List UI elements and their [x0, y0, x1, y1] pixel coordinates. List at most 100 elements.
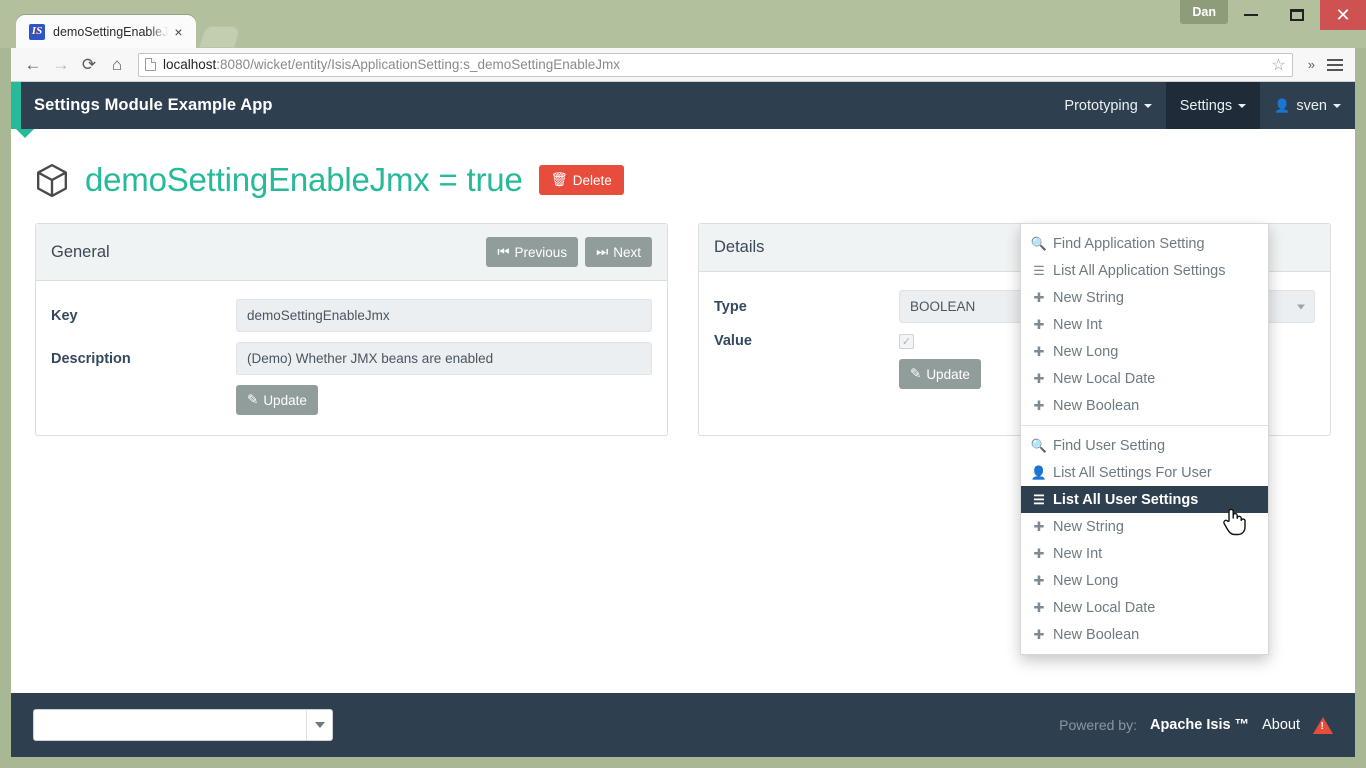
url-text: localhost:8080/wicket/entity/IsisApplica… [163, 57, 620, 72]
menu-item-new-string-user[interactable]: ✚ New String [1021, 513, 1268, 540]
page-title: demoSettingEnableJmx = true [85, 161, 523, 198]
menu-item-label: New Int [1053, 545, 1103, 562]
general-panel-header: General ⏮ Previous ⏭ Next [36, 224, 667, 281]
menu-item-list-all-user-settings[interactable]: ☰ List All User Settings [1021, 486, 1268, 513]
general-update-button[interactable]: ✎ Update [236, 385, 318, 415]
menu-item-find-application-setting[interactable]: 🔍 Find Application Setting [1021, 230, 1268, 257]
about-link[interactable]: About [1262, 717, 1300, 733]
value-label: Value [714, 333, 752, 349]
reload-icon[interactable]: ⟳ [75, 51, 103, 79]
menu-item-label: Find User Setting [1053, 437, 1166, 454]
plus-icon: ✚ [1033, 626, 1045, 642]
menu-item-new-boolean-app[interactable]: ✚ New Boolean [1021, 392, 1268, 419]
search-icon: 🔍 [1030, 235, 1048, 251]
warning-icon [1313, 716, 1333, 734]
close-window-button[interactable]: ✕ [1320, 0, 1366, 30]
bookmark-star-icon[interactable]: ☆ [1263, 55, 1285, 75]
footer-credits: Powered by: Apache Isis ™ About [1059, 716, 1333, 734]
nav-item-prototyping[interactable]: Prototyping [1050, 82, 1165, 129]
os-user-chip[interactable]: Dan [1180, 0, 1228, 24]
value-checkbox[interactable]: ✓ [899, 333, 914, 349]
menu-item-label: New Long [1053, 343, 1119, 360]
menu-item-new-int-user[interactable]: ✚ New Int [1021, 540, 1268, 567]
description-field[interactable]: (Demo) Whether JMX beans are enabled [236, 342, 652, 375]
menu-item-label: New Boolean [1053, 626, 1140, 643]
minimize-button[interactable] [1228, 0, 1274, 30]
nav-item-label: Prototyping [1064, 97, 1138, 114]
menu-divider [1021, 425, 1268, 426]
key-field[interactable]: demoSettingEnableJmx [236, 299, 652, 332]
page-info-icon [145, 58, 156, 71]
menu-item-label: List All Settings For User [1053, 464, 1212, 481]
app-brand[interactable]: Settings Module Example App [21, 82, 273, 129]
powered-by-label: Powered by: [1059, 717, 1137, 733]
field-row-description: Description (Demo) Whether JMX beans are… [51, 342, 652, 375]
tab-strip: IS demoSettingEnableJ × [16, 15, 242, 48]
next-icon: ⏭ [596, 244, 609, 259]
menu-item-new-string-app[interactable]: ✚ New String [1021, 284, 1268, 311]
menu-item-label: New String [1053, 289, 1124, 306]
field-row-key: Key demoSettingEnableJmx [51, 299, 652, 332]
tab-title: demoSettingEnableJ [53, 24, 169, 39]
chevron-down-icon [1333, 103, 1341, 108]
plus-icon: ✚ [1033, 370, 1045, 386]
chevron-down-icon [1143, 103, 1152, 108]
general-panel-title: General [51, 242, 110, 261]
plus-icon: ✚ [1033, 545, 1045, 561]
window-titlebar: IS demoSettingEnableJ × Dan ✕ [0, 0, 1366, 48]
menu-item-new-long-user[interactable]: ✚ New Long [1021, 567, 1268, 594]
dropdown-group-application: 🔍 Find Application Setting ☰ List All Ap… [1021, 230, 1268, 419]
chrome-menu-icon[interactable] [1327, 58, 1343, 71]
menu-item-new-boolean-user[interactable]: ✚ New Boolean [1021, 621, 1268, 648]
menu-item-label: List All User Settings [1053, 491, 1199, 508]
footer-select[interactable] [33, 709, 333, 741]
forward-icon[interactable]: → [47, 51, 75, 79]
browser-window: IS demoSettingEnableJ × Dan ✕ ← → ⟳ ⌂ lo… [0, 0, 1366, 768]
menu-item-label: List All Application Settings [1053, 262, 1226, 279]
maximize-button[interactable] [1274, 0, 1320, 30]
browser-tab-active[interactable]: IS demoSettingEnableJ × [16, 15, 196, 48]
details-update-button[interactable]: ✎ Update [899, 359, 981, 389]
nav-item-user[interactable]: 👤 sven [1260, 82, 1355, 129]
details-update-label: Update [926, 366, 970, 382]
home-icon[interactable]: ⌂ [103, 51, 131, 79]
menu-item-list-all-application-settings[interactable]: ☰ List All Application Settings [1021, 257, 1268, 284]
address-bar[interactable]: localhost:8080/wicket/entity/IsisApplica… [138, 52, 1293, 77]
chevron-down-icon [1238, 103, 1247, 108]
menu-item-new-long-app[interactable]: ✚ New Long [1021, 338, 1268, 365]
toolbar-overflow-icon[interactable]: » [1300, 57, 1323, 72]
edit-icon: ✎ [910, 366, 922, 381]
chevron-down-icon[interactable] [306, 710, 332, 740]
type-select-value: BOOLEAN [910, 299, 976, 314]
previous-icon: ⏮ [497, 244, 510, 259]
minimize-icon [1244, 14, 1258, 16]
settings-dropdown-menu: 🔍 Find Application Setting ☰ List All Ap… [1020, 223, 1269, 655]
general-panel-actions: ⏮ Previous ⏭ Next [486, 237, 652, 267]
general-panel: General ⏮ Previous ⏭ Next Key demoSettin… [35, 223, 668, 436]
nav-item-settings[interactable]: Settings [1165, 82, 1261, 129]
favicon-icon: IS [29, 23, 45, 40]
new-tab-button[interactable] [198, 26, 242, 48]
plus-icon: ✚ [1033, 518, 1045, 534]
menu-item-new-int-app[interactable]: ✚ New Int [1021, 311, 1268, 338]
menu-item-label: New Local Date [1053, 370, 1156, 387]
menu-item-new-local-date-app[interactable]: ✚ New Local Date [1021, 365, 1268, 392]
url-host: localhost [163, 57, 217, 72]
previous-button[interactable]: ⏮ Previous [486, 237, 579, 267]
back-icon[interactable]: ← [19, 51, 47, 79]
menu-item-find-user-setting[interactable]: 🔍 Find User Setting [1021, 432, 1268, 459]
product-link[interactable]: Apache Isis ™ [1150, 717, 1249, 733]
plus-icon: ✚ [1033, 289, 1045, 305]
search-icon: 🔍 [1030, 437, 1048, 453]
description-label: Description [51, 350, 131, 367]
browser-toolbar: ← → ⟳ ⌂ localhost:8080/wicket/entity/Isi… [11, 48, 1355, 82]
delete-button[interactable]: 🗑 Delete [538, 165, 624, 195]
nav-item-label: Settings [1179, 97, 1233, 114]
menu-item-list-all-settings-for-user[interactable]: 👤 List All Settings For User [1021, 459, 1268, 486]
next-button[interactable]: ⏭ Next [585, 237, 652, 267]
maximize-icon [1290, 9, 1304, 21]
title-row: demoSettingEnableJmx = true 🗑 Delete [35, 161, 1331, 199]
close-tab-icon[interactable]: × [174, 25, 182, 39]
menu-item-new-local-date-user[interactable]: ✚ New Local Date [1021, 594, 1268, 621]
next-button-label: Next [613, 244, 641, 260]
